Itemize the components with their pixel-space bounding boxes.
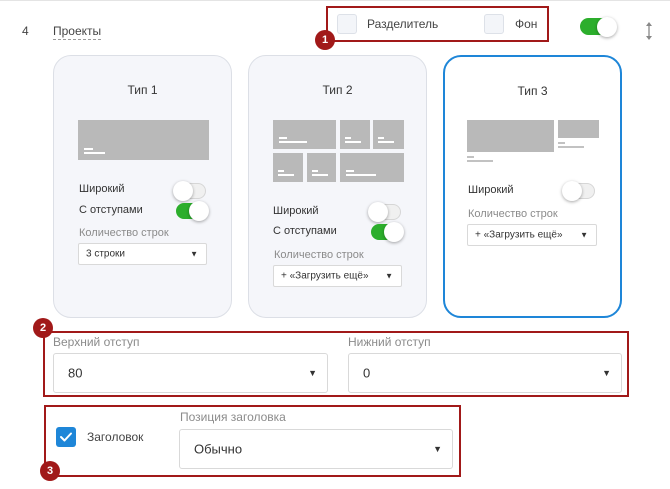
wide-label: Широкий	[468, 184, 514, 196]
annotation-box-2	[43, 331, 629, 397]
padding-toggle[interactable]	[371, 222, 404, 242]
rows-label: Количество строк	[79, 227, 169, 239]
padding-label: С отступами	[79, 204, 143, 216]
card-title: Тип 2	[322, 83, 353, 97]
rows-select-value: + «Загрузить ещё»	[281, 270, 369, 282]
top-divider	[0, 0, 670, 1]
layout-card-type-2[interactable]: Тип 2 Широкий С отступами Количество стр…	[248, 55, 427, 318]
rows-label: Количество строк	[468, 208, 558, 220]
wide-label: Широкий	[79, 183, 125, 195]
card-title: Тип 3	[517, 84, 548, 98]
padding-label: С отступами	[273, 225, 337, 237]
rows-select-value: + «Загрузить ещё»	[475, 229, 563, 241]
card-title: Тип 1	[127, 83, 158, 97]
wide-toggle[interactable]	[173, 181, 206, 201]
layout-preview	[78, 120, 209, 160]
section-enabled-toggle[interactable]	[580, 17, 617, 37]
wide-label: Широкий	[273, 205, 319, 217]
rows-select[interactable]: + «Загрузить ещё» ▼	[273, 265, 402, 287]
rows-select[interactable]: 3 строки ▼	[78, 243, 207, 265]
rows-select-value: 3 строки	[86, 248, 126, 260]
chevron-down-icon: ▼	[580, 230, 588, 240]
annotation-box-1	[326, 6, 549, 42]
drag-sort-icon[interactable]	[644, 21, 654, 41]
layout-card-type-3[interactable]: Тип 3 Широкий Количество строк + «Загруз…	[443, 55, 622, 318]
annotation-badge-2: 2	[33, 318, 53, 338]
padding-toggle[interactable]	[176, 201, 209, 221]
annotation-box-3	[44, 405, 461, 477]
chevron-down-icon: ▼	[385, 271, 393, 281]
chevron-down-icon: ▼	[190, 249, 198, 259]
layout-card-type-1[interactable]: Тип 1 Широкий С отступами Количество стр…	[53, 55, 232, 318]
section-number: 4	[22, 24, 29, 38]
annotation-badge-3: 3	[40, 461, 60, 481]
section-title[interactable]: Проекты	[53, 24, 102, 40]
wide-toggle[interactable]	[368, 202, 401, 222]
annotation-badge-1: 1	[315, 30, 335, 50]
rows-label: Количество строк	[274, 249, 364, 261]
rows-select[interactable]: + «Загрузить ещё» ▼	[467, 224, 597, 246]
wide-toggle[interactable]	[562, 181, 595, 201]
